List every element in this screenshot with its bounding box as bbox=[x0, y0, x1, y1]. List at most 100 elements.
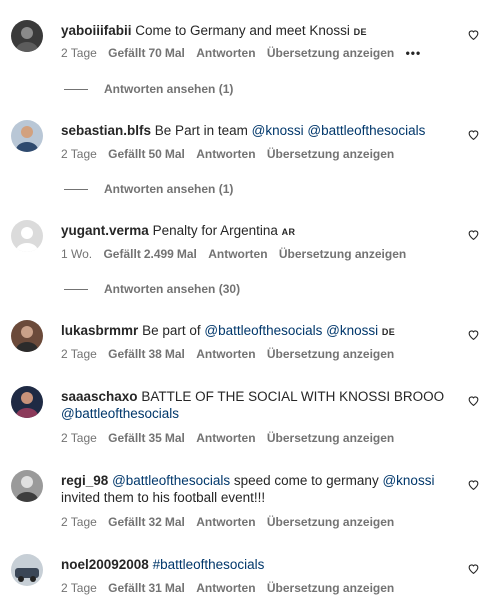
avatar[interactable] bbox=[11, 20, 43, 52]
likes-value: 2.499 bbox=[143, 247, 174, 261]
like-count[interactable]: Gefällt 31 Mal bbox=[108, 581, 185, 595]
comment-username[interactable]: yaboiiifabii bbox=[61, 23, 132, 38]
likes-suffix: Mal bbox=[164, 581, 185, 595]
replies-divider bbox=[64, 289, 88, 291]
comment-username[interactable]: saaaschaxo bbox=[61, 389, 138, 404]
likes-prefix: Gefällt bbox=[108, 431, 146, 445]
comment-text-segment: invited them to his football event!!! bbox=[61, 490, 266, 505]
translate-button[interactable]: Übersetzung anzeigen bbox=[279, 247, 406, 261]
reply-button[interactable]: Antworten bbox=[196, 515, 255, 529]
reply-button[interactable]: Antworten bbox=[196, 347, 255, 361]
comment-text: regi_98 @battleofthesocials speed come t… bbox=[61, 472, 456, 506]
flag-label: DE bbox=[381, 327, 396, 337]
comment-text: yaboiiifabii Come to Germany and meet Kn… bbox=[61, 22, 456, 41]
comment-time[interactable]: 2 Tage bbox=[61, 147, 97, 161]
translate-button[interactable]: Übersetzung anzeigen bbox=[267, 46, 394, 60]
like-count[interactable]: Gefällt 2.499 Mal bbox=[103, 247, 196, 261]
comment-username[interactable]: yugant.verma bbox=[61, 223, 149, 238]
avatar[interactable] bbox=[11, 386, 43, 418]
mention-link[interactable]: @knossi bbox=[326, 323, 378, 338]
comment-text-segment: Be Part in team bbox=[154, 123, 248, 138]
likes-prefix: Gefällt bbox=[103, 247, 141, 261]
mention-link[interactable]: @battleofthesocials bbox=[307, 123, 425, 138]
translate-button[interactable]: Übersetzung anzeigen bbox=[267, 147, 394, 161]
replies-divider bbox=[64, 89, 88, 91]
heart-icon[interactable] bbox=[467, 228, 480, 241]
heart-icon[interactable] bbox=[467, 328, 480, 341]
heart-icon[interactable] bbox=[467, 562, 480, 575]
reply-button[interactable]: Antworten bbox=[196, 581, 255, 595]
heart-icon[interactable] bbox=[467, 478, 480, 491]
likes-value: 50 bbox=[148, 147, 162, 161]
translate-button[interactable]: Übersetzung anzeigen bbox=[267, 515, 394, 529]
reply-count: 1 bbox=[222, 182, 230, 196]
likes-value: 38 bbox=[148, 347, 162, 361]
comment-text: saaaschaxo BATTLE OF THE SOCIAL WITH KNO… bbox=[61, 388, 456, 422]
mention-link[interactable]: @battleofthesocials bbox=[61, 406, 179, 421]
avatar[interactable] bbox=[11, 220, 43, 252]
comment-time[interactable]: 2 Tage bbox=[61, 46, 97, 60]
flag-label: AR bbox=[281, 227, 296, 237]
comment-username[interactable]: lukasbrmmr bbox=[61, 323, 138, 338]
comment-time[interactable]: 2 Tage bbox=[61, 581, 97, 595]
comment-text-segment: Be part of bbox=[142, 323, 201, 338]
comment-time[interactable]: 2 Tage bbox=[61, 515, 97, 529]
replies-divider bbox=[64, 189, 88, 191]
reply-button[interactable]: Antworten bbox=[196, 147, 255, 161]
avatar[interactable] bbox=[11, 120, 43, 152]
heart-icon[interactable] bbox=[467, 394, 480, 407]
view-replies-label: Antworten ansehen bbox=[104, 82, 216, 96]
more-options-icon[interactable]: ••• bbox=[406, 46, 422, 60]
comment-text-segment: speed come to germany bbox=[233, 473, 379, 488]
like-count[interactable]: Gefällt 38 Mal bbox=[108, 347, 185, 361]
comment-username[interactable]: sebastian.blfs bbox=[61, 123, 151, 138]
mention-link[interactable]: @battleofthesocials bbox=[204, 323, 322, 338]
likes-value: 32 bbox=[148, 515, 162, 529]
comment-text-segment: BATTLE OF THE SOCIAL WITH KNOSSI BROOO bbox=[141, 389, 445, 404]
mention-link[interactable]: @battleofthesocials bbox=[112, 473, 230, 488]
comment-time[interactable]: 2 Tage bbox=[61, 431, 97, 445]
likes-value: 35 bbox=[148, 431, 162, 445]
avatar[interactable] bbox=[11, 554, 43, 586]
like-count[interactable]: Gefällt 50 Mal bbox=[108, 147, 185, 161]
view-replies-button[interactable]: Antworten ansehen (1) bbox=[64, 82, 233, 96]
reply-button[interactable]: Antworten bbox=[196, 431, 255, 445]
likes-suffix: Mal bbox=[164, 515, 185, 529]
comment-time[interactable]: 1 Wo. bbox=[61, 247, 92, 261]
flag-label: DE bbox=[353, 27, 367, 37]
view-replies-label: Antworten ansehen bbox=[104, 282, 216, 296]
mention-link[interactable]: @knossi bbox=[382, 473, 434, 488]
likes-prefix: Gefällt bbox=[108, 581, 146, 595]
reply-count: 1 bbox=[222, 82, 230, 96]
comment-text: noel20092008 #battleofthesocials bbox=[61, 556, 456, 573]
likes-suffix: Mal bbox=[164, 431, 185, 445]
likes-suffix: Mal bbox=[164, 147, 185, 161]
like-count[interactable]: Gefällt 35 Mal bbox=[108, 431, 185, 445]
view-replies-button[interactable]: Antworten ansehen (30) bbox=[64, 282, 240, 296]
comment-time[interactable]: 2 Tage bbox=[61, 347, 97, 361]
avatar[interactable] bbox=[11, 320, 43, 352]
likes-suffix: Mal bbox=[164, 46, 185, 60]
mention-link[interactable]: @knossi bbox=[252, 123, 304, 138]
like-count[interactable]: Gefällt 32 Mal bbox=[108, 515, 185, 529]
translate-button[interactable]: Übersetzung anzeigen bbox=[267, 347, 394, 361]
likes-suffix: Mal bbox=[176, 247, 197, 261]
comment-text: sebastian.blfs Be Part in team @knossi @… bbox=[61, 122, 456, 139]
reply-count: 30 bbox=[222, 282, 237, 296]
comment-text-segment: Come to Germany and meet Knossi bbox=[135, 23, 350, 38]
likes-prefix: Gefällt bbox=[108, 46, 146, 60]
view-replies-button[interactable]: Antworten ansehen (1) bbox=[64, 182, 233, 196]
reply-button[interactable]: Antworten bbox=[208, 247, 267, 261]
likes-prefix: Gefällt bbox=[108, 347, 146, 361]
reply-button[interactable]: Antworten bbox=[196, 46, 255, 60]
comment-username[interactable]: regi_98 bbox=[61, 473, 108, 488]
comment-username[interactable]: noel20092008 bbox=[61, 557, 149, 572]
hashtag-link[interactable]: #battleofthesocials bbox=[153, 557, 265, 572]
translate-button[interactable]: Übersetzung anzeigen bbox=[267, 431, 394, 445]
translate-button[interactable]: Übersetzung anzeigen bbox=[267, 581, 394, 595]
heart-icon[interactable] bbox=[467, 28, 480, 41]
avatar[interactable] bbox=[11, 470, 43, 502]
like-count[interactable]: Gefällt 70 Mal bbox=[108, 46, 185, 60]
heart-icon[interactable] bbox=[467, 128, 480, 141]
likes-prefix: Gefällt bbox=[108, 147, 146, 161]
